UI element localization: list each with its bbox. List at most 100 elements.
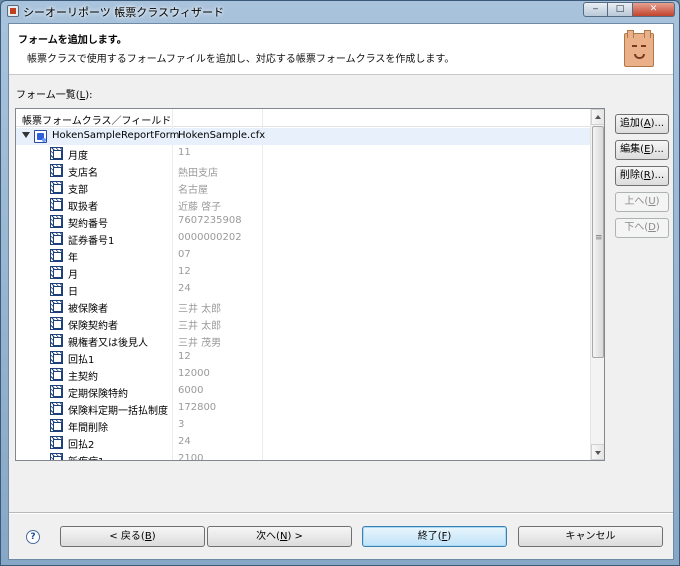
tree-row-field[interactable]: 保険料定期一括払制度 172800 xyxy=(16,400,590,417)
field-value: 0000000202 xyxy=(178,232,242,243)
maximize-button[interactable]: □ xyxy=(608,2,633,17)
class-file: HokenSample.cfx xyxy=(178,130,266,141)
field-icon xyxy=(50,147,63,160)
tree-row-field[interactable]: 回払1 12 xyxy=(16,349,590,366)
edit-button[interactable]: 編集(E)... xyxy=(615,140,669,160)
field-name: 被保険者 xyxy=(68,304,108,315)
window-title: シーオーリポーツ 帳票クラスウィザード xyxy=(23,6,225,19)
move-down-button[interactable]: 下へ(D) xyxy=(615,218,669,238)
field-name: 日 xyxy=(68,287,78,298)
close-button[interactable]: ✕ xyxy=(633,2,675,17)
field-name: 支店名 xyxy=(68,168,98,179)
field-value: 名古屋 xyxy=(178,185,208,196)
field-name: 支部 xyxy=(68,185,88,196)
field-name: 月度 xyxy=(68,151,88,162)
header-description: 帳票クラスで使用するフォームファイルを追加し、対応する帳票フォームクラスを作成し… xyxy=(27,54,455,65)
tree-row-field[interactable]: 月 12 xyxy=(16,264,590,281)
field-value: 24 xyxy=(178,436,191,447)
tree-row-field[interactable]: 日 24 xyxy=(16,281,590,298)
class-name: HokenSampleReportForm xyxy=(52,130,180,141)
field-value: 12000 xyxy=(178,368,210,379)
tree-row-field[interactable]: 主契約 12000 xyxy=(16,366,590,383)
tree-row-field[interactable]: 支部 名古屋 xyxy=(16,179,590,196)
tree-row-field[interactable]: 年 07 xyxy=(16,247,590,264)
field-name: 取扱者 xyxy=(68,202,98,213)
field-icon xyxy=(50,181,63,194)
field-value: 熱田支店 xyxy=(178,168,218,179)
column-header-class-field[interactable]: 帳票フォームクラス／フィールド xyxy=(22,112,171,127)
tree-row-field[interactable]: 証券番号1 0000000202 xyxy=(16,230,590,247)
next-button[interactable]: 次へ(N) > xyxy=(207,526,352,547)
field-name: 親権者又は後見人 xyxy=(68,338,148,349)
field-value: 12 xyxy=(178,266,191,277)
field-icon xyxy=(50,334,63,347)
scroll-down-arrow-icon[interactable] xyxy=(591,444,604,460)
field-name: 保険料定期一括払制度 xyxy=(68,406,168,417)
tree-header: 帳票フォームクラス／フィールド xyxy=(16,109,590,127)
finish-button[interactable]: 終了(F) xyxy=(362,526,507,547)
field-value: 三井 太郎 xyxy=(178,304,222,315)
tree-row-field[interactable]: 保険契約者 三井 太郎 xyxy=(16,315,590,332)
field-name: 証券番号1 xyxy=(68,236,115,247)
field-name: 契約番号 xyxy=(68,219,108,230)
tree-row-field[interactable]: 親権者又は後見人 三井 茂男 xyxy=(16,332,590,349)
delete-button[interactable]: 削除(R)... xyxy=(615,166,669,186)
add-button[interactable]: 追加(A)... xyxy=(615,114,669,134)
header-title: フォームを追加します。 xyxy=(18,35,127,46)
minimize-button[interactable]: ‒ xyxy=(583,2,608,17)
title-bar[interactable]: シーオーリポーツ 帳票クラスウィザード ‒ □ ✕ xyxy=(1,1,679,21)
help-icon[interactable]: ? xyxy=(26,530,40,544)
field-icon xyxy=(50,453,63,460)
field-value: 11 xyxy=(178,147,191,158)
field-icon xyxy=(50,368,63,381)
field-value: 近藤 啓子 xyxy=(178,202,222,213)
field-icon xyxy=(50,385,63,398)
field-icon xyxy=(50,164,63,177)
field-name: 保険契約者 xyxy=(68,321,118,332)
tree-row-field[interactable]: 取扱者 近藤 啓子 xyxy=(16,196,590,213)
field-icon xyxy=(50,249,63,262)
cancel-button[interactable]: キャンセル xyxy=(518,526,663,547)
tree-row-class[interactable]: HokenSampleReportForm HokenSample.cfx xyxy=(16,128,590,145)
field-name: 月 xyxy=(68,270,78,281)
field-value: 三井 茂男 xyxy=(178,338,222,349)
tree-rows: HokenSampleReportForm HokenSample.cfx 月度… xyxy=(16,128,590,460)
back-button[interactable]: < 戻る(B) xyxy=(60,526,205,547)
field-name: 年 xyxy=(68,253,78,264)
field-icon xyxy=(50,283,63,296)
scroll-up-arrow-icon[interactable] xyxy=(591,109,604,125)
field-name: 回払1 xyxy=(68,355,95,366)
app-icon xyxy=(7,5,19,17)
field-icon xyxy=(50,402,63,415)
vertical-scrollbar[interactable] xyxy=(590,109,604,460)
field-icon xyxy=(50,300,63,313)
wizard-window: シーオーリポーツ 帳票クラスウィザード ‒ □ ✕ フォームを追加します。 帳票… xyxy=(0,0,680,566)
tree-row-field[interactable]: 支店名 熱田支店 xyxy=(16,162,590,179)
scroll-thumb[interactable] xyxy=(592,126,604,358)
field-icon xyxy=(50,419,63,432)
field-name: 年間削除 xyxy=(68,423,108,434)
tree-row-field[interactable]: 年間削除 3 xyxy=(16,417,590,434)
field-icon xyxy=(50,351,63,364)
field-value: 7607235908 xyxy=(178,215,242,226)
tree-row-field[interactable]: 被保険者 三井 太郎 xyxy=(16,298,590,315)
field-value: 24 xyxy=(178,283,191,294)
form-list-label: フォーム一覧(L): xyxy=(16,90,93,101)
move-up-button[interactable]: 上へ(U) xyxy=(615,192,669,212)
field-icon xyxy=(50,232,63,245)
expand-arrow-icon[interactable] xyxy=(22,132,30,138)
tree-row-field[interactable]: 契約番号 7607235908 xyxy=(16,213,590,230)
field-value: 3 xyxy=(178,419,185,430)
field-value: 12 xyxy=(178,351,191,362)
wizard-banner-icon xyxy=(624,30,654,67)
form-tree[interactable]: 帳票フォームクラス／フィールド HokenSampleReportForm Ho… xyxy=(15,108,605,461)
field-name: 新疾病1 xyxy=(68,453,104,460)
tree-row-field[interactable]: 回払2 24 xyxy=(16,434,590,451)
tree-row-field[interactable]: 定期保険特約 6000 xyxy=(16,383,590,400)
field-name: 主契約 xyxy=(68,372,98,383)
window-controls: ‒ □ ✕ xyxy=(583,2,675,17)
field-name: 定期保険特約 xyxy=(68,389,128,400)
tree-row-field[interactable]: 新疾病1 2100 xyxy=(16,451,590,460)
field-icon xyxy=(50,266,63,279)
tree-row-field[interactable]: 月度 11 xyxy=(16,145,590,162)
